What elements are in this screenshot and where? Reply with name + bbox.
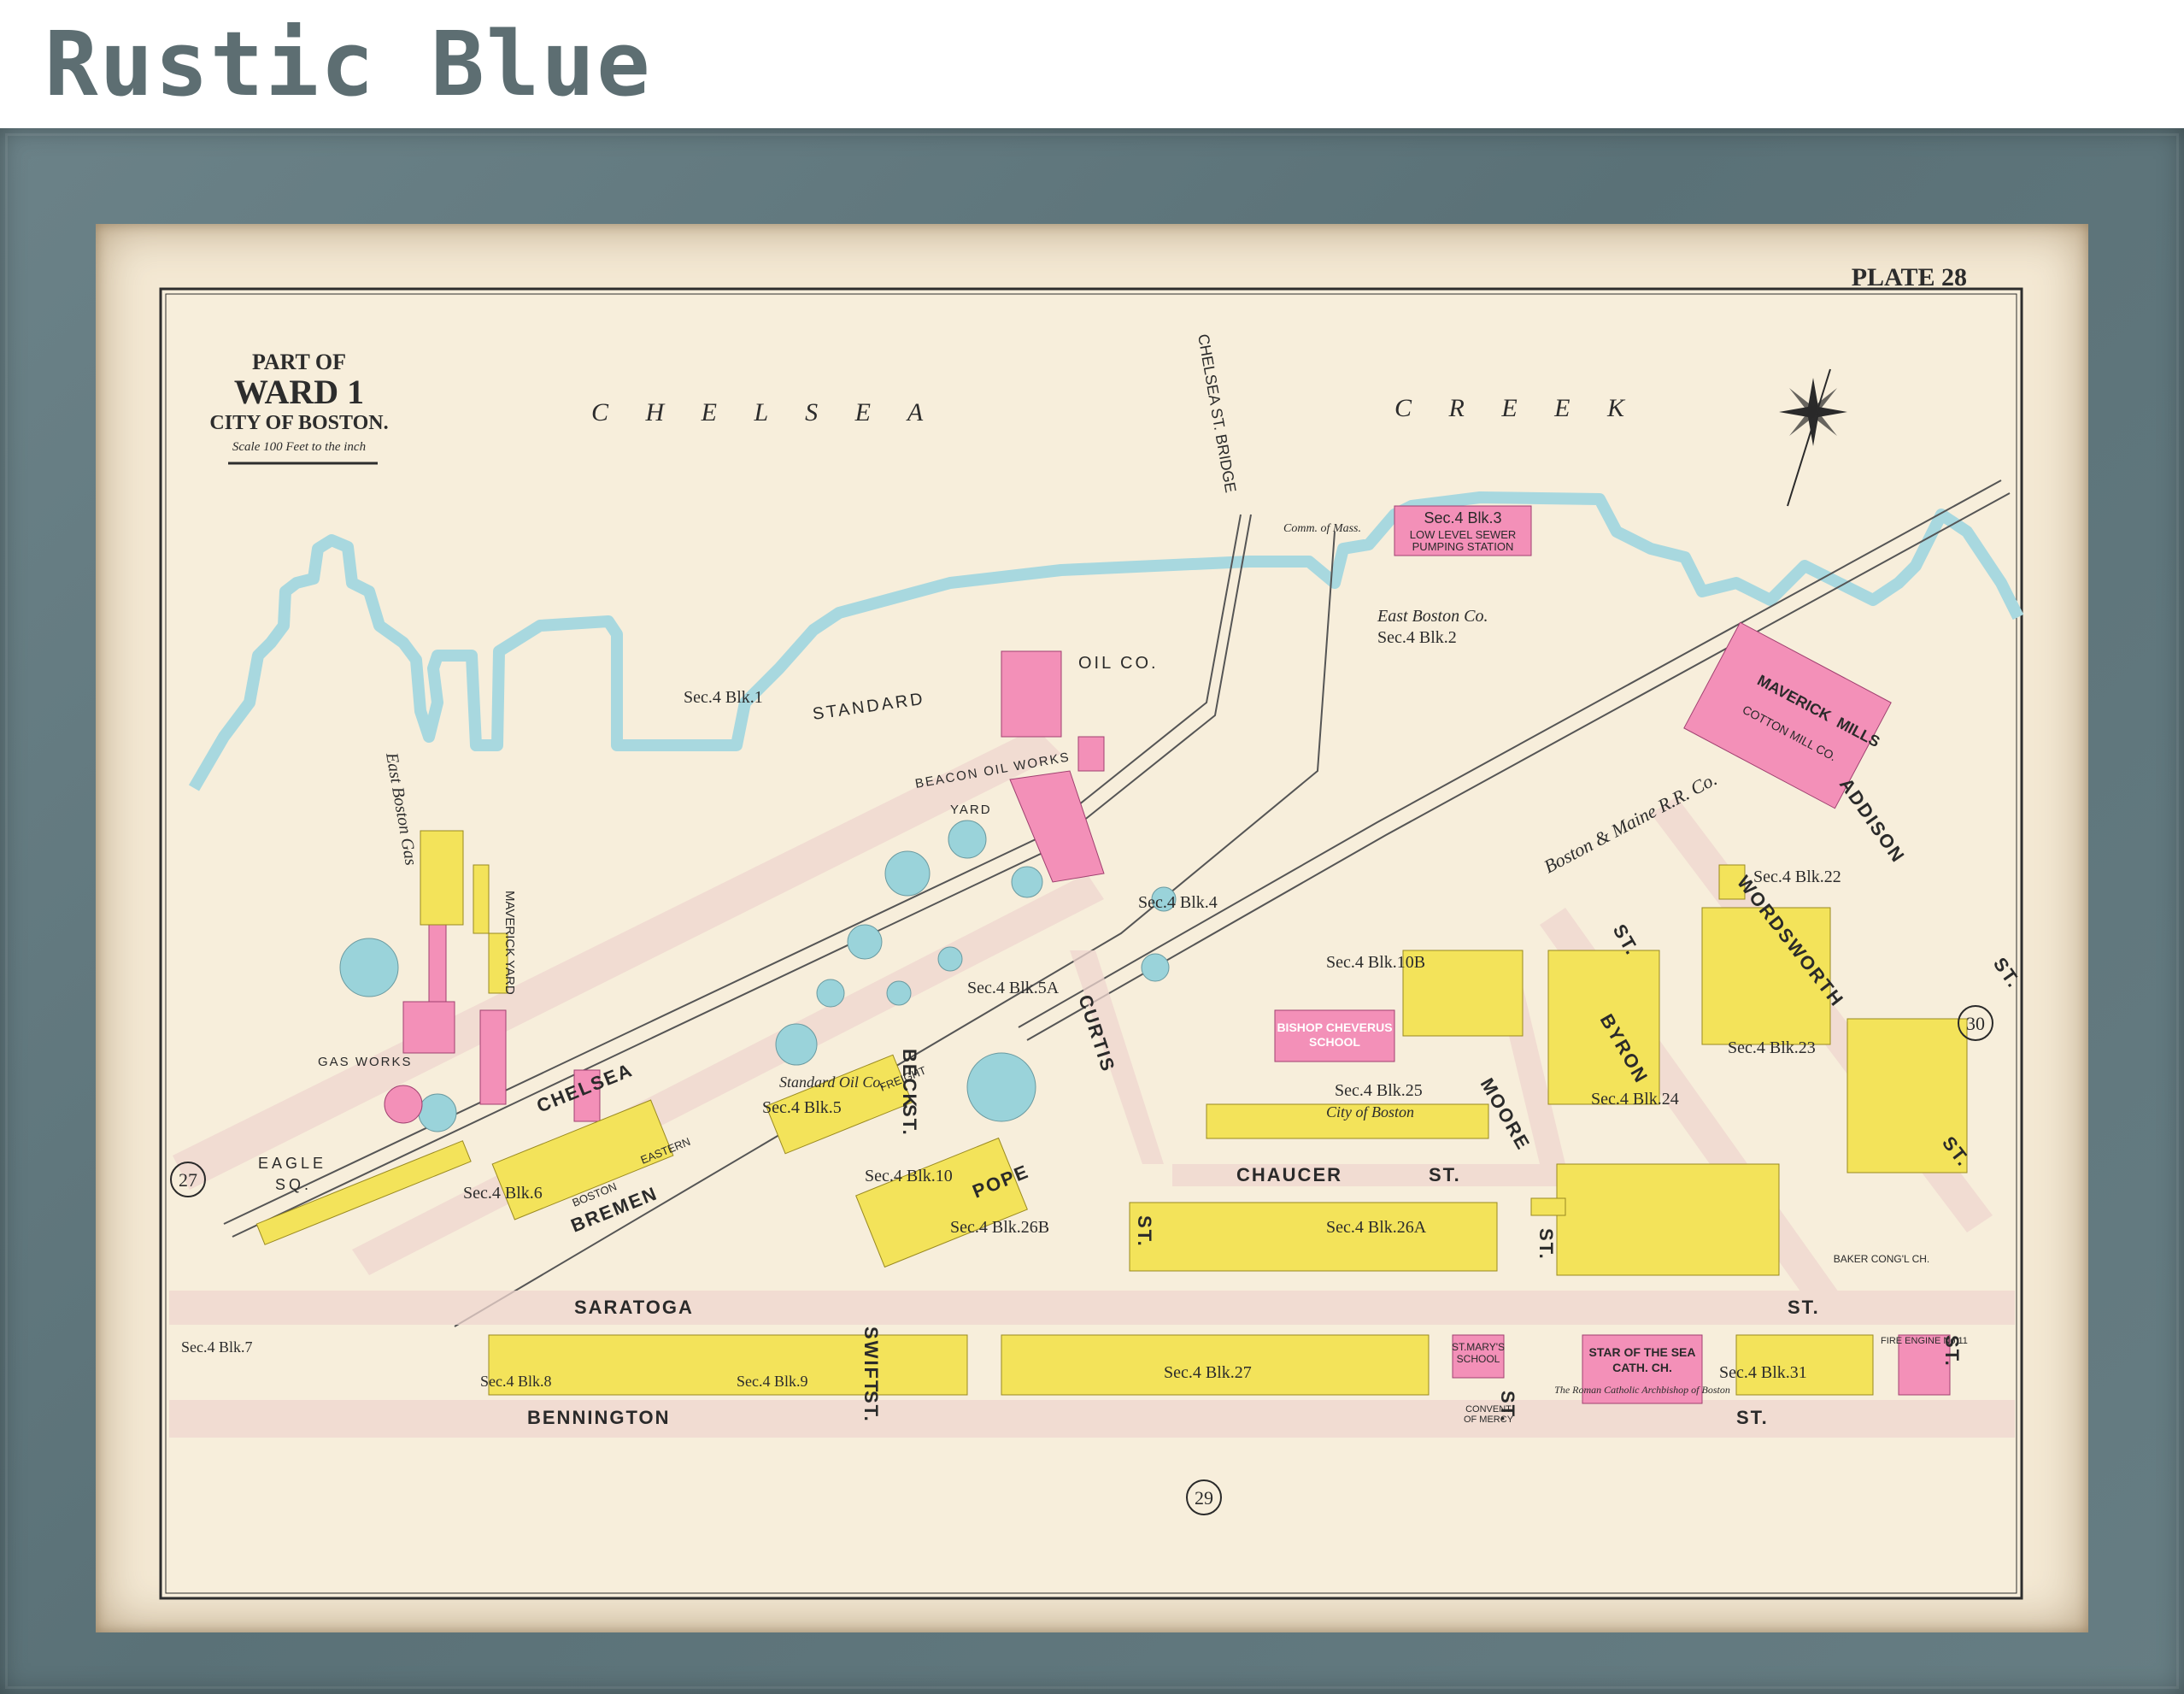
label-sec4blk2: Sec.4 Blk.2 xyxy=(1377,628,1457,647)
label-star1: STAR OF THE SEA xyxy=(1589,1345,1696,1359)
banner: Rustic Blue xyxy=(0,0,2184,128)
street-swift-st: ST. xyxy=(860,1391,882,1423)
label-baker: BAKER CONG'L CH. xyxy=(1834,1253,1930,1265)
svg-text:27: 27 xyxy=(179,1169,197,1191)
label-sec4blk4: Sec.4 Blk.4 xyxy=(1138,893,1218,912)
label-roman: The Roman Catholic Archbishop of Boston xyxy=(1554,1384,1730,1396)
scale-text: Scale 100 Feet to the inch xyxy=(232,440,366,454)
label-east-boston-co: East Boston Co. xyxy=(1377,607,1488,626)
label-standard-oil-co: Standard Oil Co. xyxy=(779,1073,884,1091)
label-bishop1: BISHOP CHEVERUS xyxy=(1277,1021,1392,1034)
label-city-of-boston: City of Boston xyxy=(1326,1103,1414,1121)
label-maverick-yard: MAVERICK YARD xyxy=(502,891,517,995)
label-sec4blk3: Sec.4 Blk.3 xyxy=(1424,509,1501,526)
label-sec4blk7: Sec.4 Blk.7 xyxy=(181,1338,253,1356)
label-eagle: EAGLE xyxy=(258,1155,326,1172)
label-sec4blk27: Sec.4 Blk.27 xyxy=(1164,1363,1252,1382)
title-part-of: PART OF xyxy=(252,350,346,374)
label-pumping1: LOW LEVEL SEWER xyxy=(1410,528,1517,541)
label-sec4blk10b: Sec.4 Blk.10B xyxy=(1326,953,1425,972)
label-sec4blk1: Sec.4 Blk.1 xyxy=(684,688,763,707)
street-curtis-st: ST. xyxy=(1134,1215,1155,1248)
label-sec4blk22: Sec.4 Blk.22 xyxy=(1753,868,1841,886)
label-gas-works: GAS WORKS xyxy=(318,1055,413,1069)
plate-number: PLATE 28 xyxy=(1852,263,1967,291)
label-bishop2: SCHOOL xyxy=(1309,1035,1360,1049)
svg-text:30: 30 xyxy=(1966,1013,1985,1034)
label-st-marys2: SCHOOL xyxy=(1457,1353,1500,1365)
label-sec4blk5: Sec.4 Blk.5 xyxy=(762,1098,842,1117)
label-sec4blk26b: Sec.4 Blk.26B xyxy=(950,1218,1049,1237)
map-plate: PART OF WARD 1 CITY OF BOSTON. Scale 100… xyxy=(159,263,2025,1600)
label-sec4blk10: Sec.4 Blk.10 xyxy=(865,1167,953,1185)
title-city: CITY OF BOSTON. xyxy=(209,412,388,434)
street-chaucer-st: ST. xyxy=(1429,1164,1461,1185)
street-st-right: ST. xyxy=(1941,1335,1963,1368)
label-sec4blk6: Sec.4 Blk.6 xyxy=(463,1184,543,1203)
street-beck-st: ST. xyxy=(899,1104,920,1137)
label-star2: CATH. CH. xyxy=(1612,1361,1672,1374)
street-saratoga: SARATOGA xyxy=(574,1297,694,1318)
street-swift: SWIFT xyxy=(860,1326,882,1393)
label-sec4blk8: Sec.4 Blk.8 xyxy=(480,1373,552,1390)
label-oil-co: OIL CO. xyxy=(1078,654,1159,673)
label-pumping2: PUMPING STATION xyxy=(1412,540,1514,553)
title-ward: WARD 1 xyxy=(234,373,364,411)
street-saratoga-st: ST. xyxy=(1788,1297,1820,1318)
street-moore-st: ST. xyxy=(1535,1228,1557,1261)
svg-text:29: 29 xyxy=(1195,1487,1213,1509)
label-comm-mass: Comm. of Mass. xyxy=(1283,522,1361,535)
label-sec4blk23: Sec.4 Blk.23 xyxy=(1728,1038,1816,1057)
water-creek: C R E E K xyxy=(1394,394,1640,422)
label-sec4blk26a: Sec.4 Blk.26A xyxy=(1326,1218,1427,1237)
map-mat: PART OF WARD 1 CITY OF BOSTON. Scale 100… xyxy=(96,224,2088,1632)
street-st-mid: ST. xyxy=(1497,1391,1518,1423)
water-chelsea: C H E L S E A xyxy=(591,398,938,426)
label-sq: SQ. xyxy=(275,1176,312,1193)
label-sec4blk5a: Sec.4 Blk.5A xyxy=(967,979,1060,997)
banner-title: Rustic Blue xyxy=(44,12,652,116)
standard-oil-building xyxy=(1001,650,1062,738)
label-sec4blk24: Sec.4 Blk.24 xyxy=(1591,1090,1679,1109)
label-sec4blk25: Sec.4 Blk.25 xyxy=(1335,1081,1423,1100)
label-sec4blk9: Sec.4 Blk.9 xyxy=(737,1373,808,1390)
street-bennington-st: ST. xyxy=(1736,1407,1769,1428)
label-yard: YARD xyxy=(950,803,992,817)
street-bennington: BENNINGTON xyxy=(527,1407,671,1428)
label-sec4blk31: Sec.4 Blk.31 xyxy=(1719,1363,1807,1382)
gas-works-building xyxy=(420,830,464,926)
street-chaucer: CHAUCER xyxy=(1236,1164,1342,1185)
label-st-marys1: ST.MARY'S xyxy=(1452,1341,1505,1353)
